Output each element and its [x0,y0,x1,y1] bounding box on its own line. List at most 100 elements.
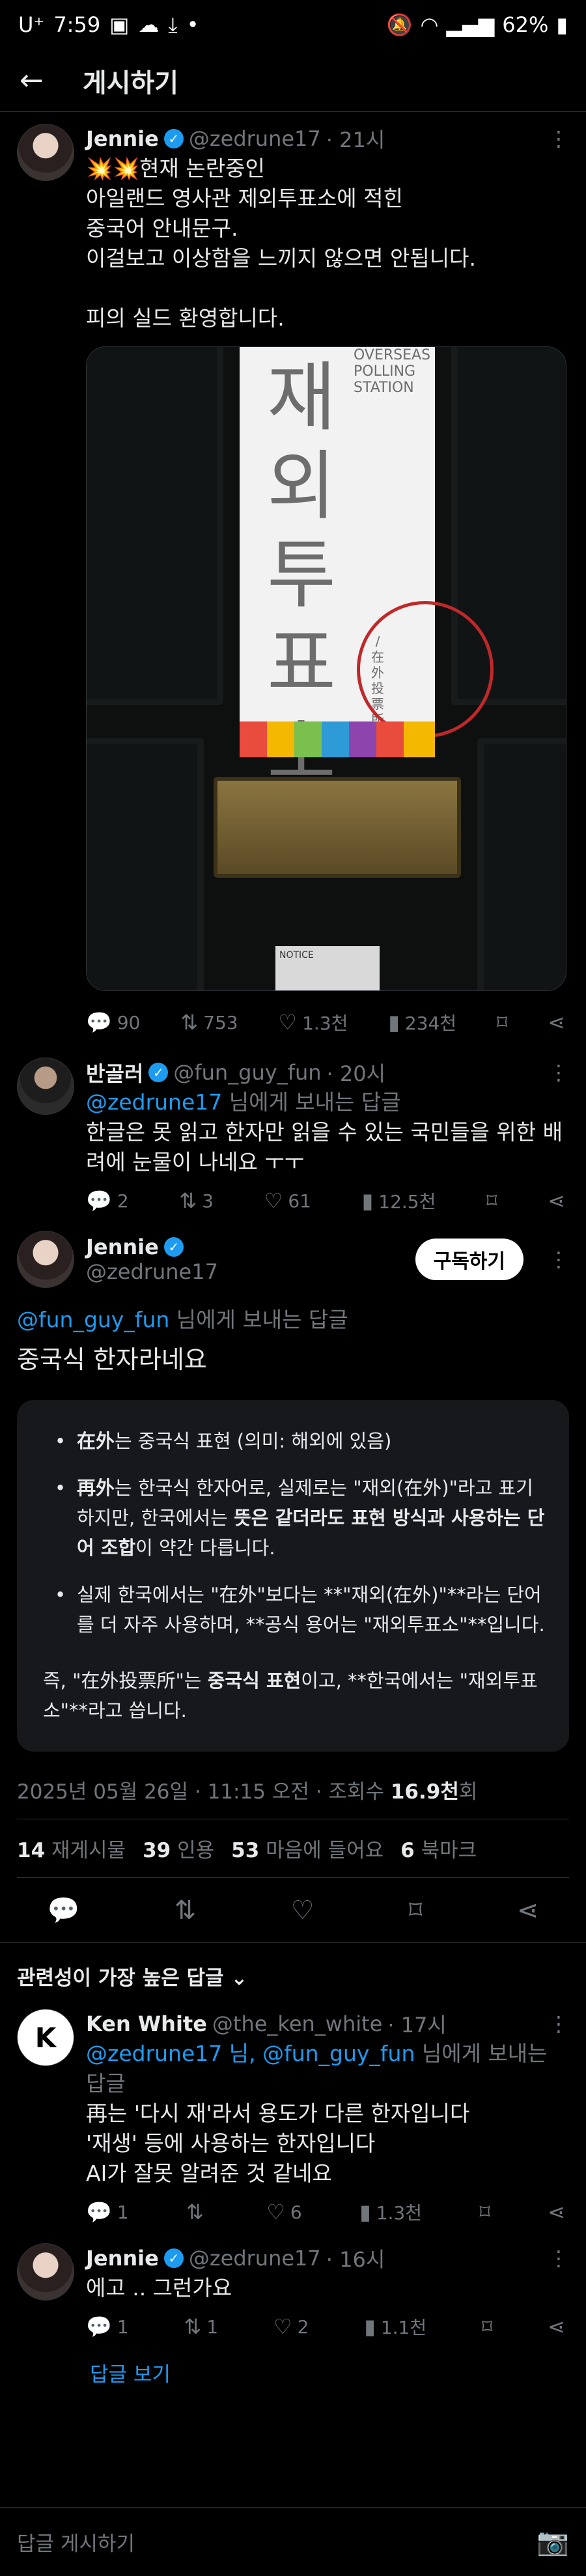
post-text: 💥💥현재 논란중인 아일랜드 영사관 제외투표소에 적힌 중국어 안내문구. 이… [86,156,476,331]
author-handle[interactable]: @fun_guy_fun [173,1060,321,1085]
avatar[interactable] [17,2243,74,2301]
bookmark-icon[interactable]: ⌑ [479,2200,490,2224]
bookmark-icon[interactable]: ⌑ [482,2314,492,2339]
bullet-2-bold: 再外 [77,1477,115,1499]
view-count: 1.1천 [380,2317,427,2338]
original-post[interactable]: Jennie ✓ @zedrune17 · 21시 ⋮ 💥💥현재 논란중인 아일… [0,112,586,1046]
reply-count: 2 [117,1190,129,1212]
door-panel-left [87,347,223,705]
reply-sort-dropdown[interactable]: 관련성이 가장 높은 답글 ⌄ [0,1943,586,2009]
avatar[interactable] [17,1231,74,1288]
post-text: 중국식 한자라네요 [17,1345,207,1374]
more-icon[interactable]: ⋮ [548,2011,569,2036]
views-button[interactable]: ▮ 234천 [388,1009,456,1035]
quotes-stat[interactable]: 39 인용 [143,1834,214,1863]
repost-button[interactable]: ⇅ 753 [180,1010,238,1035]
post-text: 再는 '다시 재'라서 용도가 다른 한자입니다 '재생' 등에 사용하는 한자… [86,2101,470,2186]
author-name[interactable]: Jennie [86,126,159,151]
views-button[interactable]: ▮ 1.1천 [364,2314,426,2340]
views-button[interactable]: ▮ 1.3천 [359,2199,422,2225]
reply-button[interactable]: 💬 2 [86,1188,129,1213]
camera-icon[interactable]: 📷 [537,2527,569,2557]
avatar[interactable] [17,1057,74,1115]
quotes-count: 39 [143,1839,171,1862]
heart-icon: ♡ [278,1010,298,1035]
reply-input[interactable]: 답글 게시하기 [17,2527,135,2556]
share-icon[interactable]: ⋖ [548,1010,565,1035]
avatar[interactable] [17,124,74,181]
repost-icon[interactable]: ⇅ [174,1896,197,1925]
view-unit: 회 [458,1780,478,1804]
reply-button[interactable]: 💬 1 [86,2314,129,2339]
author-name[interactable]: 반골러 [86,1057,143,1087]
author-handle[interactable]: @the_ken_white [212,2011,382,2036]
post-time: · 20시 [326,1061,386,1086]
post-time: · 17시 [387,2013,447,2037]
back-arrow-icon[interactable]: ← [20,64,44,97]
bullet-2-text-end: 이 약간 다릅니다. [135,1537,275,1559]
reply-count: 1 [117,2316,129,2338]
post-meta: 2025년 05월 26일 · 11:15 오전 · 조회수 16.9천회 [17,1769,569,1819]
sort-label: 관련성이 가장 높은 답글 [17,1967,224,1990]
author-handle[interactable]: @zedrune17 [189,126,321,151]
avatar[interactable]: K [17,2009,74,2066]
views-icon: ▮ [364,2314,376,2339]
reply-icon: 💬 [86,2314,112,2339]
reply-post[interactable]: Jennie ✓ @zedrune17 · 16시 ⋮ 에고 .. 그런가요 💬… [0,2235,586,2350]
bookmark-icon[interactable]: ⌑ [409,1896,423,1925]
share-icon[interactable]: ⋖ [548,1188,565,1213]
reply-to-link[interactable]: @fun_guy_fun [17,1307,169,1332]
bookmark-icon[interactable]: ⌑ [497,1010,507,1035]
reply-compose-bar[interactable]: 답글 게시하기 📷 [0,2507,586,2576]
like-button[interactable]: ♡ 1.3천 [278,1009,348,1035]
reply-icon[interactable]: 💬 [48,1895,80,1925]
bullet-2: 再外는 한국식 한자어로, 실제로는 "재외(在外)"라고 표기하지만, 한국에… [43,1473,546,1563]
post-image[interactable]: 재외투표소 OVERSEAS POLLING STATION /在外投票所 NO… [86,346,566,991]
more-icon[interactable]: ⋮ [548,2246,569,2271]
reply-post[interactable]: 반골러 ✓ @fun_guy_fun · 20시 ⋮ @zedrune17 님에… [0,1046,586,1224]
wifi-icon: ◠ [420,12,439,37]
reply-to-link[interactable]: @zedrune17 님, @fun_guy_fun [86,2041,415,2066]
more-icon[interactable]: ⋮ [548,126,569,151]
like-button[interactable]: ♡ 6 [266,2200,302,2224]
bullet-1-text: 는 중국식 표현 (의미: 해외에 있음) [115,1430,392,1452]
likes-stat[interactable]: 53 마음에 들어요 [231,1834,384,1863]
heart-icon[interactable]: ♡ [291,1896,314,1925]
bookmark-icon[interactable]: ⌑ [486,1188,497,1213]
post-text: 에고 .. 그런가요 [86,2275,232,2301]
author-handle[interactable]: @zedrune17 [86,1259,218,1284]
carrier-label: U⁺ [18,12,45,37]
more-icon[interactable]: ⋮ [548,1247,569,1272]
reply-button[interactable]: 💬 90 [86,1010,140,1035]
clock: 7:59 [53,12,101,37]
focused-post-actions: 💬 ⇅ ♡ ⌑ ⋖ [0,1878,586,1943]
door-panel-bottom-left [87,738,204,990]
verified-icon: ✓ [163,129,184,148]
reply-button[interactable]: 💬 1 [86,2200,129,2224]
author-handle[interactable]: @zedrune17 [189,2246,321,2271]
repost-button[interactable]: ⇅ [186,2200,209,2224]
reposts-stat[interactable]: 14 재게시물 [17,1834,126,1863]
more-icon[interactable]: ⋮ [548,1060,569,1085]
subscribe-button[interactable]: 구독하기 [415,1239,523,1280]
view-count: 12.5천 [378,1191,436,1212]
author-name[interactable]: Jennie [86,1235,159,1259]
views-button[interactable]: ▮ 12.5천 [362,1188,436,1214]
reply-to-link[interactable]: @zedrune17 [86,1089,222,1115]
author-name[interactable]: Jennie [86,2246,159,2271]
reply-post[interactable]: K Ken White @the_ken_white · 17시 ⋮ @zedr… [0,2009,586,2235]
notice-paper: NOTICE [275,946,380,990]
share-icon[interactable]: ⋖ [517,1896,539,1925]
share-icon[interactable]: ⋖ [548,2200,565,2224]
like-button[interactable]: ♡ 2 [273,2314,309,2339]
show-replies-link[interactable]: 답글 보기 [0,2350,586,2387]
repost-button[interactable]: ⇅ 3 [179,1188,214,1213]
bookmarks-stat[interactable]: 6 북마크 [400,1834,477,1863]
like-button[interactable]: ♡ 61 [264,1188,311,1213]
page-title: 게시하기 [82,68,179,98]
repost-count: 3 [202,1190,214,1212]
author-name[interactable]: Ken White [86,2011,207,2036]
repost-icon: ⇅ [184,2314,202,2339]
repost-button[interactable]: ⇅ 1 [184,2314,218,2339]
share-icon[interactable]: ⋖ [548,2314,565,2339]
